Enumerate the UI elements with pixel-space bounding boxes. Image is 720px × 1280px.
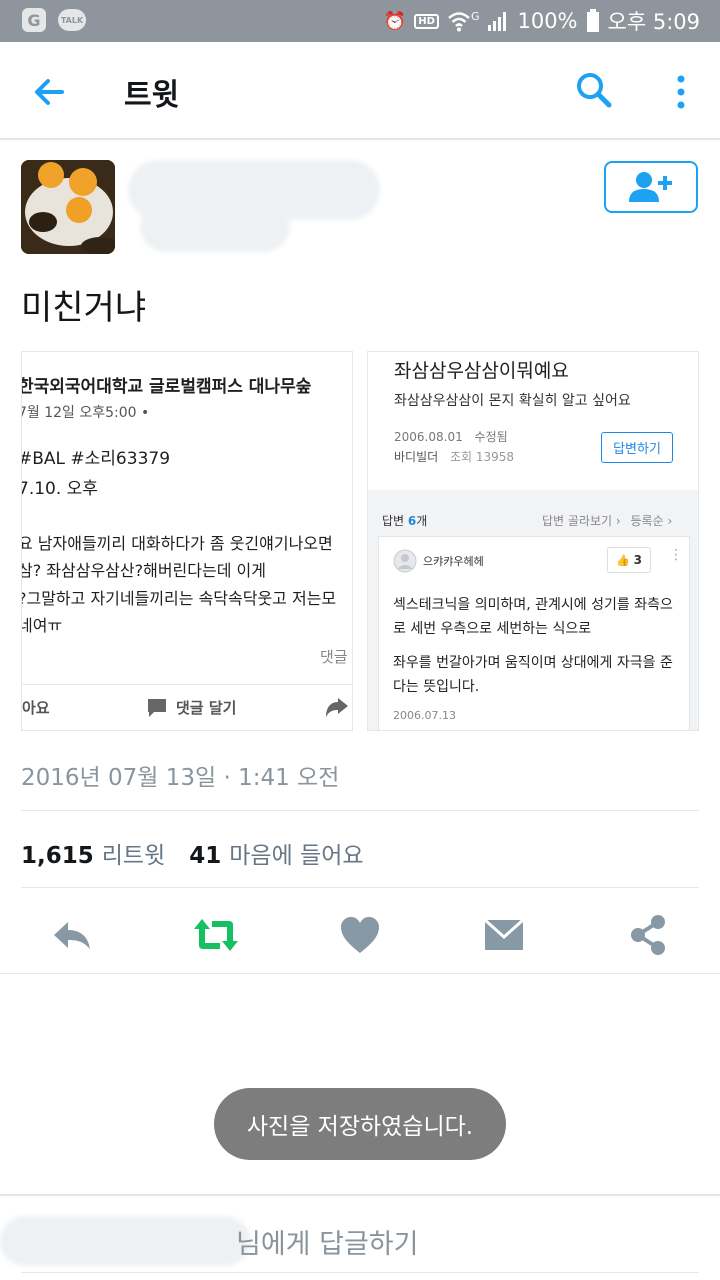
tweet-actions bbox=[0, 895, 720, 973]
divider bbox=[21, 887, 699, 888]
status-bar: G TALK ⏰ HD G 100% 오후 5:09 bbox=[0, 0, 720, 42]
tweet-text: 미친거냐 bbox=[21, 288, 147, 328]
wifi-icon bbox=[448, 12, 470, 32]
toast-message: 사진을 저장하였습니다. bbox=[214, 1088, 506, 1160]
answerer-avatar-icon bbox=[393, 549, 417, 573]
search-icon[interactable] bbox=[574, 70, 614, 110]
redacted-handle bbox=[140, 200, 290, 252]
question-date: 2006.08.01 bbox=[394, 430, 463, 444]
app-notification-icon: G bbox=[22, 8, 46, 32]
answer-date: 2006.07.13 bbox=[393, 709, 456, 722]
add-user-icon bbox=[629, 172, 672, 202]
kakaotalk-icon: TALK bbox=[58, 9, 86, 31]
divider bbox=[21, 810, 699, 811]
reply-prompt[interactable]: 님에게 답글하기 bbox=[236, 1222, 418, 1261]
answers-label: 답변 bbox=[382, 514, 405, 528]
divider bbox=[0, 973, 720, 974]
avatar[interactable] bbox=[21, 160, 115, 254]
answer-button: 답변하기 bbox=[601, 432, 673, 463]
reply-underline bbox=[21, 1272, 699, 1273]
tweet-timestamp: 2016년 07월 13일 · 1:41 오전 bbox=[21, 765, 340, 791]
photo1-action-bar: 아요 댓글 달기 bbox=[22, 684, 352, 730]
photo1-like-label: 아요 bbox=[22, 699, 50, 717]
share-icon[interactable] bbox=[626, 913, 670, 957]
reply-icon[interactable] bbox=[50, 913, 94, 957]
question-author: 바디빌더 bbox=[394, 450, 439, 464]
overflow-menu-icon[interactable] bbox=[668, 72, 694, 112]
hd-voice-icon: HD bbox=[414, 13, 439, 29]
thumbs-up-icon: 👍 bbox=[615, 553, 630, 567]
tweet-photo-1[interactable]: 한국외국어대학교 글로벌캠퍼스 대나무숲 7월 12일 오후5:00 • #BA… bbox=[21, 351, 353, 731]
photo1-line: 삼? 좌삼삼우삼산?해버린다는데 이게 bbox=[21, 561, 266, 580]
answer-like-count: 3 bbox=[633, 553, 643, 567]
photo1-comment-count: 댓글 1 bbox=[320, 648, 352, 666]
photo1-line: ?그말하고 자기네들끼리는 속닥속닥웃고 저는모 bbox=[21, 589, 337, 608]
answer-like-box: 👍 3 bbox=[607, 547, 651, 573]
redacted-reply-username bbox=[0, 1216, 250, 1266]
alarm-icon: ⏰ bbox=[383, 10, 407, 32]
retweet-count[interactable]: 1,615 bbox=[21, 843, 94, 869]
page-title: 트윗 bbox=[124, 78, 180, 113]
question-views: 조회 13958 bbox=[450, 450, 515, 464]
network-type-label: G bbox=[470, 9, 480, 23]
photo1-page-name: 한국외국어대학교 글로벌캠퍼스 대나무숲 bbox=[21, 377, 312, 397]
heart-icon[interactable] bbox=[338, 913, 382, 957]
reply-bar[interactable]: 님에게 답글하기 bbox=[0, 1194, 720, 1280]
answer-paragraph-2: 좌우를 번갈아가며 움직이며 상대에게 자극을 준다는 뜻입니다. bbox=[393, 655, 673, 695]
answer-card: 으캬캬우헤헤 👍 3 ⋮ 섹스테크닉을 의미하며, 관계시에 성기를 좌측으로 … bbox=[378, 536, 690, 730]
back-arrow-icon[interactable] bbox=[30, 72, 70, 112]
follow-button[interactable] bbox=[604, 161, 698, 213]
share-arrow-icon bbox=[326, 698, 348, 717]
battery-percent: 100% bbox=[517, 9, 578, 33]
question-title: 좌삼삼우삼삼이뭐예요 bbox=[394, 360, 569, 382]
photo1-line: 7.10. 오후 bbox=[21, 479, 98, 499]
answer-filter: 답변 골라보기 bbox=[542, 514, 613, 528]
photo1-line: 네여ㅠ bbox=[21, 616, 63, 635]
photo1-line: #BAL #소리63379 bbox=[21, 449, 171, 469]
question-body: 좌삼삼우삼삼이 몬지 확실히 알고 싶어요 bbox=[394, 393, 631, 409]
tweet-photo-2[interactable]: 좌삼삼우삼삼이뭐예요 좌삼삼우삼삼이 몬지 확실히 알고 싶어요 2006.08… bbox=[367, 351, 699, 731]
app-bar: 트윗 bbox=[0, 42, 720, 140]
avatar-image bbox=[21, 160, 115, 254]
battery-icon bbox=[586, 9, 599, 32]
retweet-label[interactable]: 리트윗 bbox=[102, 836, 165, 870]
photo1-post-time: 7월 12일 오후5:00 • bbox=[21, 405, 150, 421]
answerer-name: 으캬캬우헤헤 bbox=[423, 555, 484, 568]
like-label[interactable]: 마음에 들어요 bbox=[229, 836, 363, 870]
answer-sort: 등록순 bbox=[630, 514, 664, 528]
retweet-icon[interactable] bbox=[192, 913, 240, 957]
clock: 오후 5:09 bbox=[607, 10, 700, 34]
direct-message-icon[interactable] bbox=[482, 913, 526, 957]
like-count[interactable]: 41 bbox=[189, 843, 221, 869]
question-section: 좌삼삼우삼삼이뭐예요 좌삼삼우삼삼이 몬지 확실히 알고 싶어요 2006.08… bbox=[368, 352, 698, 490]
photo1-comment-label: 댓글 달기 bbox=[176, 699, 237, 717]
answer-more-icon: ⋮ bbox=[669, 547, 683, 563]
tweet-stats: 1,615 리트윗 41 마음에 들어요 bbox=[21, 836, 364, 870]
answers-unit: 개 bbox=[416, 514, 428, 528]
photo1-line: 요 남자애들끼리 대화하다가 좀 웃긴얘기나오면 bbox=[21, 534, 333, 553]
signal-icon bbox=[488, 12, 507, 31]
comment-icon bbox=[148, 699, 166, 717]
question-edited: 수정됨 bbox=[474, 430, 508, 444]
answer-paragraph-1: 섹스테크닉을 의미하며, 관계시에 성기를 좌측으로 세번 우측으로 세번하는 … bbox=[393, 597, 673, 637]
